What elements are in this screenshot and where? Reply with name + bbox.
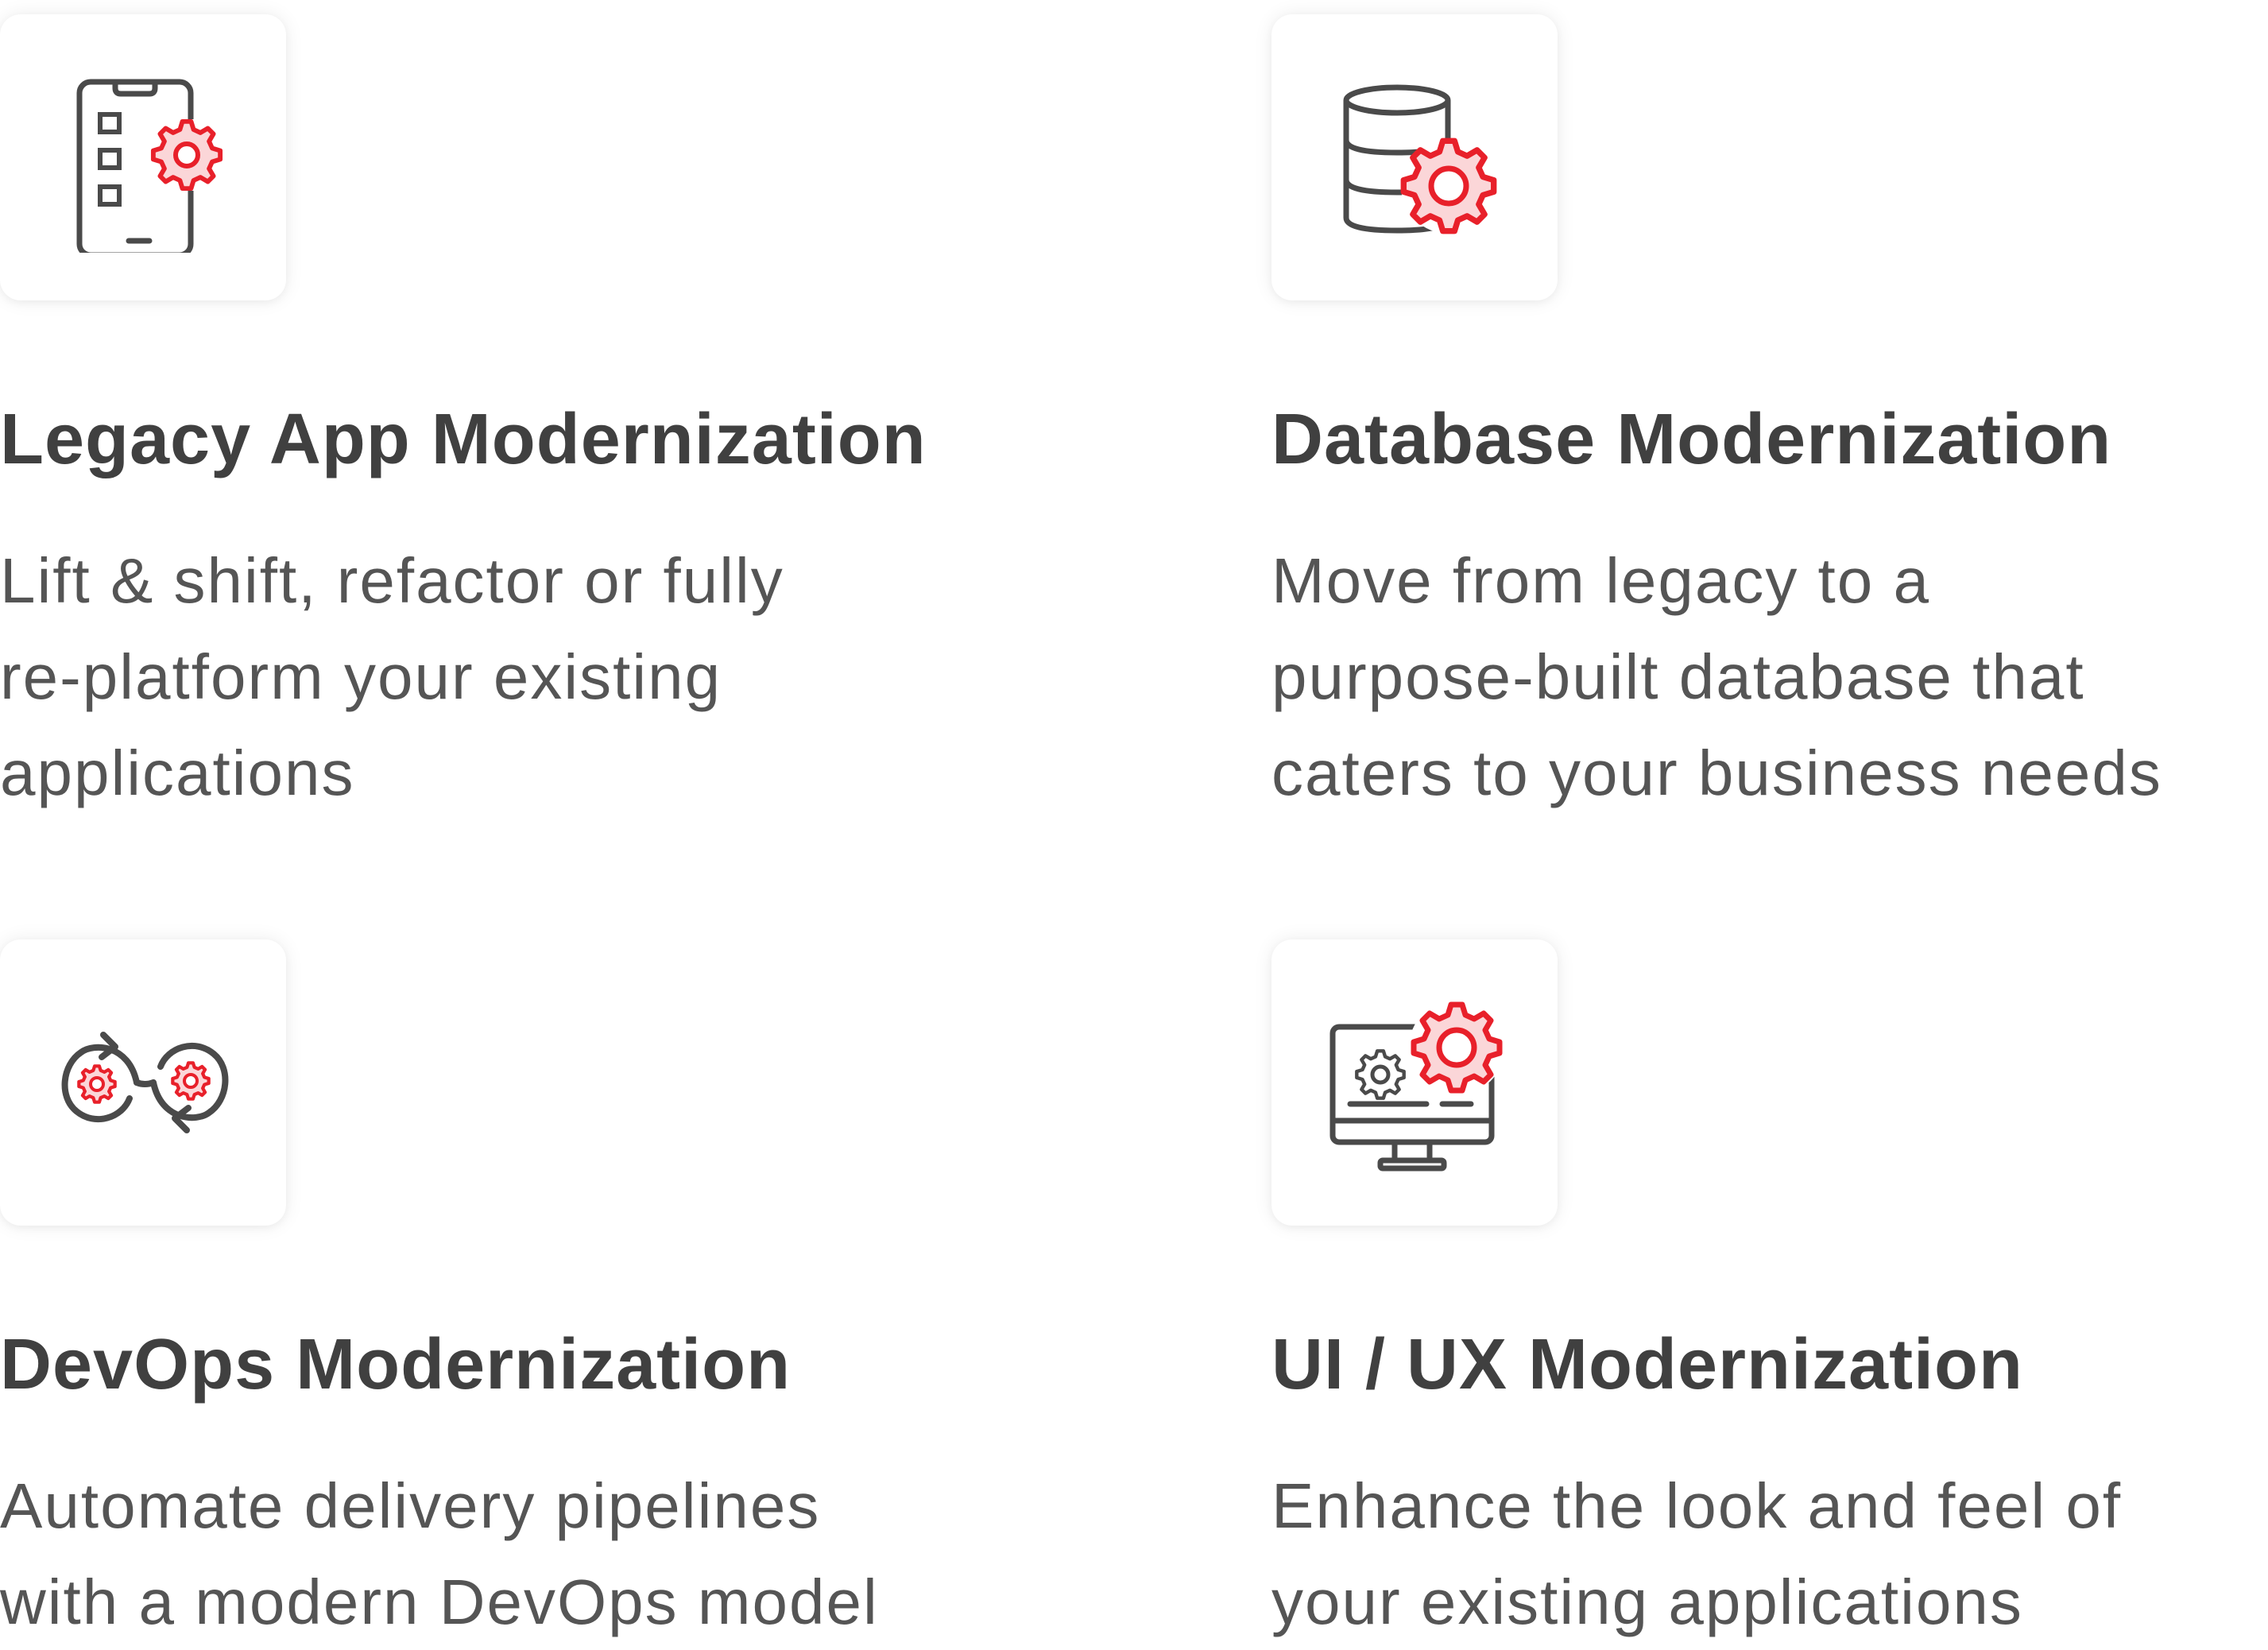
icon-tile — [0, 14, 286, 300]
description-line: Move from legacy to a — [1271, 545, 1930, 616]
icon-tile — [1271, 14, 1558, 300]
icon-tile — [0, 939, 286, 1226]
service-card-ui-ux: UI / UX Modernization Enhance the look a… — [1271, 939, 2268, 1637]
card-title: Legacy App Modernization — [0, 400, 927, 479]
service-card-devops: DevOps Modernization Automate delivery p… — [0, 939, 1136, 1637]
description-line: Lift & shift, refactor or fully — [0, 545, 784, 616]
description-line: applications — [0, 738, 355, 808]
card-description: Enhance the look and feel of your existi… — [1271, 1458, 2268, 1650]
card-description: Automate delivery pipelines with a moder… — [0, 1458, 1033, 1650]
description-line: re-platform your existing — [0, 641, 722, 712]
service-card-database: Database Modernization Move from legacy … — [1271, 14, 2268, 808]
description-line: with a modern DevOps model — [0, 1567, 879, 1637]
card-description: Move from legacy to a purpose-built data… — [1271, 533, 2268, 821]
card-title: DevOps Modernization — [0, 1325, 791, 1404]
icon-tile — [1271, 939, 1558, 1226]
card-title: UI / UX Modernization — [1271, 1325, 2024, 1404]
devops-loop-gears-icon — [61, 1032, 229, 1133]
card-description: Lift & shift, refactor or fully re-platf… — [0, 533, 1033, 821]
card-title: Database Modernization — [1271, 400, 2112, 479]
description-line: Enhance the look and feel of — [1271, 1470, 2123, 1541]
description-line: caters to your business needs — [1271, 738, 2162, 808]
description-line: purpose-built database that — [1271, 641, 2085, 712]
service-card-legacy-app: Legacy App Modernization Lift & shift, r… — [0, 14, 1136, 808]
monitor-gears-icon — [1329, 1000, 1504, 1172]
description-line: Automate delivery pipelines — [0, 1470, 821, 1541]
database-gear-icon — [1343, 84, 1510, 253]
description-line: your existing applications — [1271, 1567, 2023, 1637]
mobile-app-gear-icon — [76, 79, 238, 253]
